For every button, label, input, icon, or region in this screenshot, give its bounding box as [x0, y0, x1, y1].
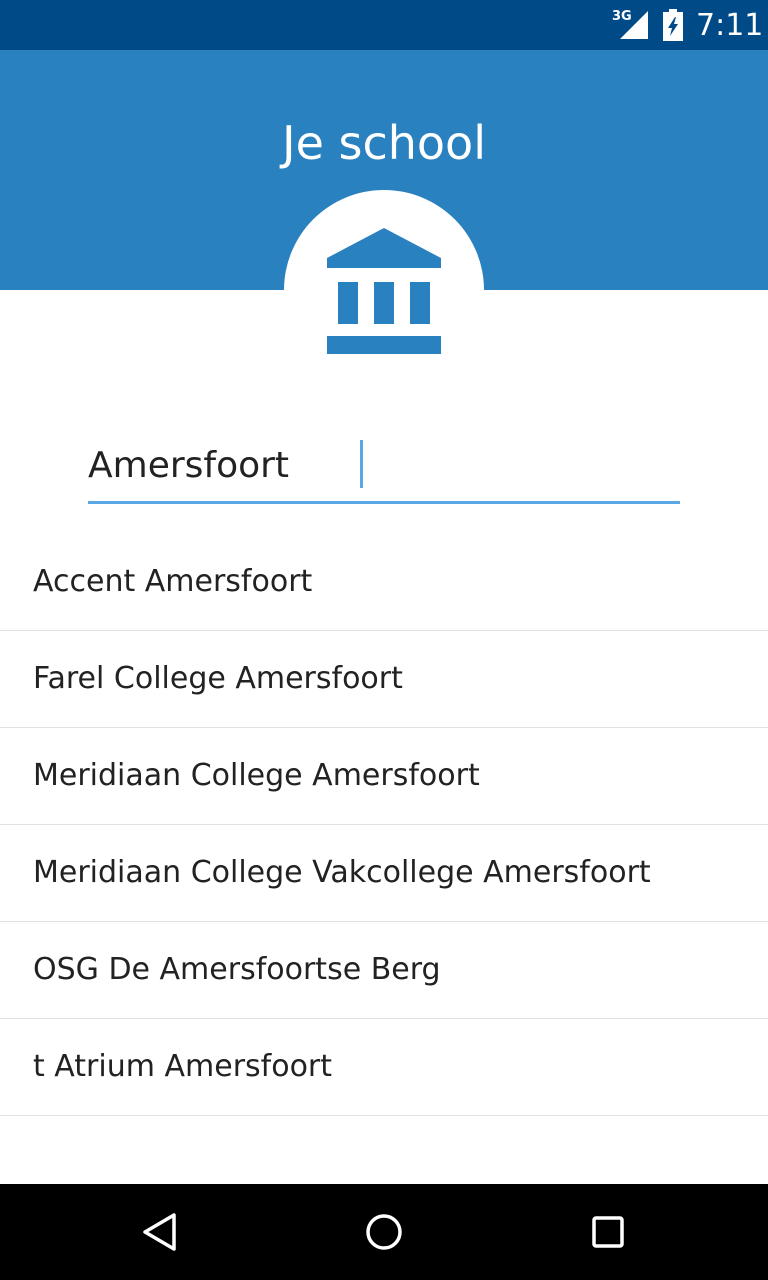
school-result-item[interactable]: OSG De Amersfoortse Berg — [0, 922, 768, 1019]
search-underline — [88, 501, 680, 504]
school-result-label: OSG De Amersfoortse Berg — [33, 952, 441, 987]
school-picker-screen: 3G 7:11 Je school Accent Amersfoort — [0, 0, 768, 1280]
school-result-item[interactable]: Farel College Amersfoort — [0, 631, 768, 728]
school-result-item[interactable]: t Atrium Amersfoort — [0, 1019, 768, 1116]
school-result-label: Meridiaan College Amersfoort — [33, 758, 480, 793]
school-result-item[interactable]: Meridiaan College Amersfoort — [0, 728, 768, 825]
text-cursor — [360, 440, 363, 488]
school-building-icon — [327, 228, 441, 354]
school-search-input[interactable] — [88, 430, 680, 500]
school-result-label: Farel College Amersfoort — [33, 661, 403, 696]
school-icon-badge — [284, 190, 484, 390]
back-icon[interactable] — [140, 1212, 180, 1252]
home-icon[interactable] — [364, 1212, 404, 1252]
battery-icon — [663, 9, 683, 41]
school-results-list: Accent Amersfoort Farel College Amersfoo… — [0, 534, 768, 1116]
signal-icon — [620, 11, 648, 39]
school-result-label: Meridiaan College Vakcollege Amersfoort — [33, 855, 651, 890]
clock: 7:11 — [696, 8, 764, 43]
school-result-label: t Atrium Amersfoort — [33, 1049, 333, 1084]
navigation-bar — [0, 1184, 768, 1280]
recents-icon[interactable] — [588, 1212, 628, 1252]
school-search-field[interactable] — [88, 430, 680, 506]
page-title: Je school — [282, 116, 486, 170]
school-result-item[interactable]: Accent Amersfoort — [0, 534, 768, 631]
school-result-label: Accent Amersfoort — [33, 564, 313, 599]
school-result-item[interactable]: Meridiaan College Vakcollege Amersfoort — [0, 825, 768, 922]
status-bar: 3G 7:11 — [0, 0, 768, 50]
